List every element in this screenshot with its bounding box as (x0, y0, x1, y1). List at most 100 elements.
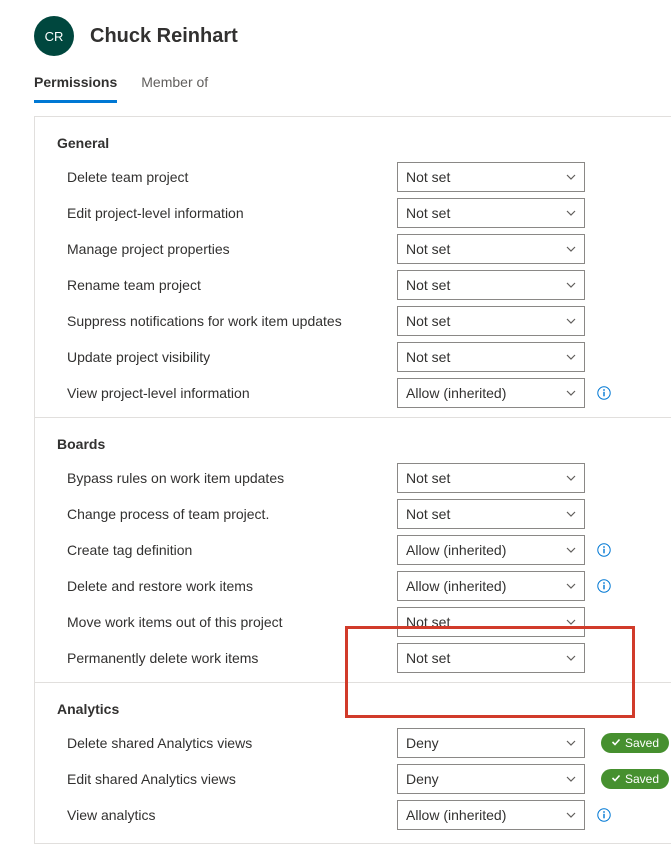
permission-select[interactable]: Allow (inherited) (397, 800, 585, 830)
permission-select-value: Not set (406, 241, 450, 257)
permission-row: Delete and restore work items Allow (inhe… (35, 568, 671, 604)
permission-label: View project-level information (67, 385, 397, 401)
permission-row: Permanently delete work items Not set (35, 640, 671, 676)
permission-select[interactable]: Not set (397, 270, 585, 300)
permission-select-wrap: Not set (397, 643, 585, 673)
permission-row: Manage project properties Not set (35, 231, 671, 267)
permission-select[interactable]: Not set (397, 643, 585, 673)
permission-label: View analytics (67, 807, 397, 823)
permission-label: Update project visibility (67, 349, 397, 365)
permission-select-wrap: Allow (inherited) (397, 535, 585, 565)
permission-select[interactable]: Not set (397, 306, 585, 336)
permission-label: Delete shared Analytics views (67, 735, 397, 751)
permission-row: Move work items out of this project Not s… (35, 604, 671, 640)
section-title: Boards (35, 422, 671, 460)
tabs: Permissions Member of (0, 64, 671, 104)
permission-row: View analytics Allow (inherited) (35, 797, 671, 833)
permission-select-value: Not set (406, 349, 450, 365)
permission-select[interactable]: Not set (397, 234, 585, 264)
permission-select-wrap: Not set (397, 234, 585, 264)
permission-select-value: Not set (406, 277, 450, 293)
permission-select[interactable]: Deny (397, 764, 585, 794)
permission-label: Change process of team project. (67, 506, 397, 522)
permission-select-wrap: Not set (397, 607, 585, 637)
permission-row: Create tag definition Allow (inherited) (35, 532, 671, 568)
permission-label: Delete team project (67, 169, 397, 185)
info-icon[interactable] (597, 386, 611, 400)
permission-select-wrap: Allow (inherited) (397, 378, 585, 408)
permission-select-wrap: Not set (397, 270, 585, 300)
check-icon (611, 736, 621, 750)
permission-label: Edit project-level information (67, 205, 397, 221)
permission-select-wrap: Deny (397, 764, 585, 794)
permission-select-value: Not set (406, 506, 450, 522)
info-icon[interactable] (597, 543, 611, 557)
permission-select[interactable]: Not set (397, 162, 585, 192)
permission-select-wrap: Not set (397, 198, 585, 228)
permission-label: Manage project properties (67, 241, 397, 257)
info-icon[interactable] (597, 808, 611, 822)
permission-select-value: Not set (406, 313, 450, 329)
permission-select-wrap: Allow (inherited) (397, 800, 585, 830)
page-title: Chuck Reinhart (90, 25, 238, 48)
avatar: CR (34, 16, 74, 56)
section: GeneralDelete team projectNot setEdit pr… (35, 117, 671, 418)
permission-select-value: Allow (inherited) (406, 807, 506, 823)
section: AnalyticsDelete shared Analytics viewsDe… (35, 683, 671, 839)
permission-select[interactable]: Deny (397, 728, 585, 758)
permission-select-value: Not set (406, 470, 450, 486)
permission-row: Edit shared Analytics views Deny Saved (35, 761, 671, 797)
permission-select[interactable]: Not set (397, 607, 585, 637)
permission-row: Edit project-level information Not set (35, 195, 671, 231)
saved-badge: Saved (601, 733, 669, 753)
permission-row: View project-level informationAllow (inh… (35, 375, 671, 411)
saved-label: Saved (625, 736, 659, 750)
permission-select-value: Not set (406, 205, 450, 221)
permission-select[interactable]: Allow (inherited) (397, 571, 585, 601)
permission-select[interactable]: Not set (397, 342, 585, 372)
permission-label: Bypass rules on work item updates (67, 470, 397, 486)
permissions-panel: GeneralDelete team projectNot setEdit pr… (34, 116, 671, 844)
permission-select-value: Not set (406, 614, 450, 630)
permission-select[interactable]: Not set (397, 499, 585, 529)
tab-permissions[interactable]: Permissions (34, 64, 117, 103)
info-icon[interactable] (597, 579, 611, 593)
permission-select[interactable]: Allow (inherited) (397, 378, 585, 408)
permission-select-wrap: Allow (inherited) (397, 571, 585, 601)
permission-select[interactable]: Not set (397, 198, 585, 228)
permission-select-wrap: Not set (397, 162, 585, 192)
saved-label: Saved (625, 772, 659, 786)
permission-label: Suppress notifications for work item upd… (67, 313, 397, 329)
permission-select[interactable]: Allow (inherited) (397, 535, 585, 565)
permission-select-wrap: Not set (397, 306, 585, 336)
permission-row: Change process of team project. Not set (35, 496, 671, 532)
permission-select-wrap: Not set (397, 342, 585, 372)
saved-badge: Saved (601, 769, 669, 789)
permission-row: Suppress notifications for work item upd… (35, 303, 671, 339)
permission-label: Delete and restore work items (67, 578, 397, 594)
permission-select-value: Not set (406, 650, 450, 666)
avatar-initials: CR (45, 29, 64, 44)
permission-row: Update project visibility Not set (35, 339, 671, 375)
section-title: General (35, 121, 671, 159)
permission-label: Create tag definition (67, 542, 397, 558)
permission-label: Move work items out of this project (67, 614, 397, 630)
permission-label: Rename team project (67, 277, 397, 293)
permission-label: Permanently delete work items (67, 650, 397, 666)
check-icon (611, 772, 621, 786)
tab-member-of[interactable]: Member of (141, 64, 208, 103)
permission-select[interactable]: Not set (397, 463, 585, 493)
section: Boards Bypass rules on work item updates N… (35, 418, 671, 683)
permission-select-value: Deny (406, 771, 439, 787)
permission-row: Rename team project Not set (35, 267, 671, 303)
permission-select-wrap: Not set (397, 463, 585, 493)
permission-select-value: Allow (inherited) (406, 578, 506, 594)
permission-row: Delete shared Analytics views Deny Saved (35, 725, 671, 761)
permission-row: Delete team projectNot set (35, 159, 671, 195)
permission-select-value: Allow (inherited) (406, 542, 506, 558)
permission-select-wrap: Not set (397, 499, 585, 529)
section-title: Analytics (35, 687, 671, 725)
permission-select-value: Deny (406, 735, 439, 751)
permission-label: Edit shared Analytics views (67, 771, 397, 787)
permission-row: Bypass rules on work item updates Not set (35, 460, 671, 496)
